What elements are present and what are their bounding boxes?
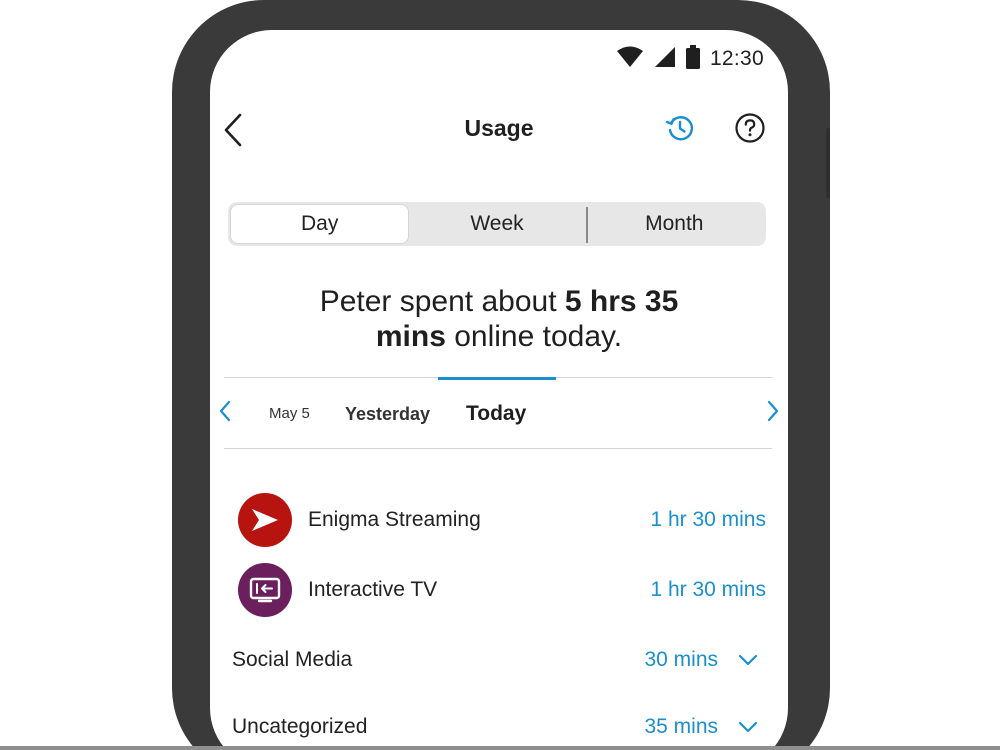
date-item-yesterday[interactable]: Yesterday <box>345 400 430 428</box>
date-item-today[interactable]: Today <box>466 400 526 428</box>
back-button[interactable] <box>216 110 250 154</box>
category-row-social-media[interactable]: Social Media 30 mins <box>232 640 766 680</box>
date-navigator: May 5 Yesterday Today <box>219 377 779 449</box>
tv-input-icon <box>238 563 292 617</box>
status-bar: 12:30 <box>616 44 764 74</box>
chevron-right-icon <box>766 400 780 427</box>
app-name: Enigma Streaming <box>308 508 481 531</box>
next-date-button[interactable] <box>758 398 788 428</box>
summary-duration-hours: 5 hrs 35 <box>564 285 679 318</box>
app-row-enigma-streaming[interactable]: Enigma Streaming 1 hr 30 mins <box>232 492 766 548</box>
back-chevron-icon <box>223 113 243 152</box>
history-icon <box>665 113 695 148</box>
tab-month-label: Month <box>645 212 704 235</box>
page-title: Usage <box>464 115 534 141</box>
previous-date-button[interactable] <box>210 398 240 428</box>
usage-summary: Peter spent about 5 hrs 35 mins online to… <box>250 284 748 354</box>
segment-divider <box>585 207 588 243</box>
tab-day[interactable]: Day <box>231 205 409 243</box>
battery-icon <box>685 44 700 74</box>
wifi-icon <box>616 46 644 73</box>
chevron-down-icon <box>736 648 760 672</box>
bottom-divider <box>0 746 1000 750</box>
app-usage-time: 1 hr 30 mins <box>650 578 766 601</box>
tab-week[interactable]: Week <box>408 205 585 243</box>
header: Usage <box>210 110 788 154</box>
category-usage-time: 30 mins <box>644 648 718 671</box>
summary-duration-mins: mins <box>375 320 446 353</box>
app-name: Interactive TV <box>308 578 438 601</box>
app-row-interactive-tv[interactable]: Interactive TV 1 hr 30 mins <box>232 562 766 618</box>
history-button[interactable] <box>662 112 698 148</box>
category-name: Uncategorized <box>232 715 368 738</box>
summary-prefix: Peter spent about <box>319 285 565 318</box>
date-item-may-5[interactable]: May 5 <box>269 400 310 428</box>
cell-signal-icon <box>654 46 676 73</box>
chevron-left-icon <box>218 400 232 427</box>
status-time: 12:30 <box>709 47 764 70</box>
category-row-uncategorized[interactable]: Uncategorized 35 mins <box>232 707 766 747</box>
app-usage-time: 1 hr 30 mins <box>650 508 766 531</box>
category-name: Social Media <box>232 648 353 671</box>
phone-screen: 12:30 Usage Day Week Month Peter spent a… <box>210 30 788 750</box>
summary-suffix: online today. <box>445 320 623 353</box>
help-icon <box>734 112 766 149</box>
phone-side-button <box>826 128 830 198</box>
category-usage-time: 35 mins <box>644 715 718 738</box>
tab-month[interactable]: Month <box>585 205 763 243</box>
period-tabs: Day Week Month <box>228 202 766 246</box>
help-button[interactable] <box>732 112 768 148</box>
selected-date-indicator <box>438 377 556 380</box>
chevron-down-icon <box>736 715 760 739</box>
send-arrow-icon <box>238 493 292 547</box>
